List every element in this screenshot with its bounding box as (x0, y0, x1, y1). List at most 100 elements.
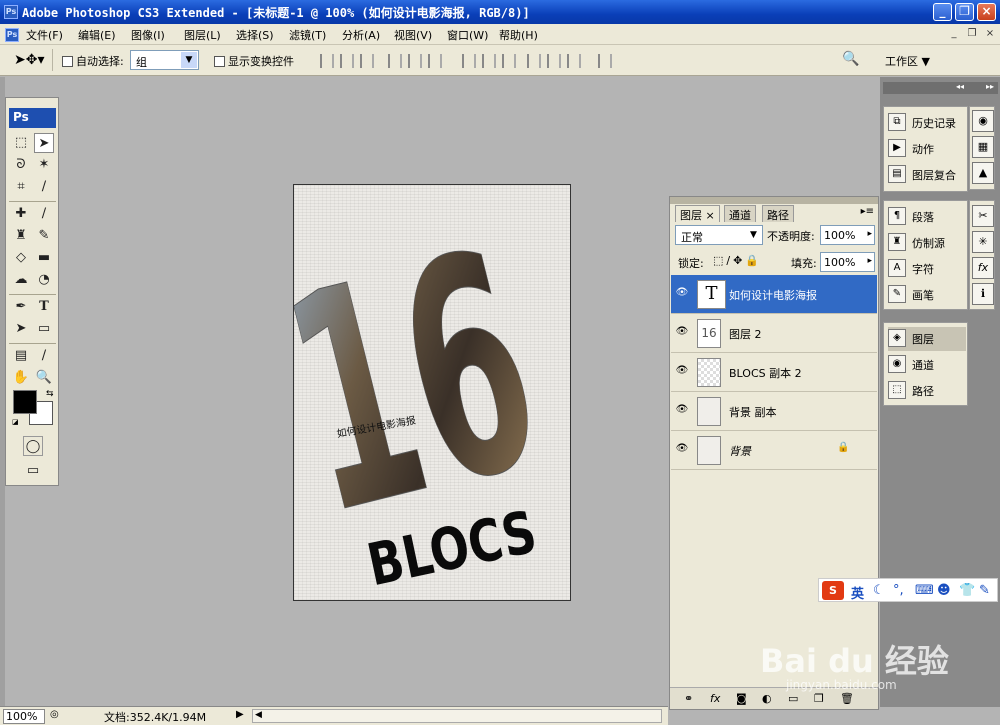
tools-icon[interactable]: ✎ (979, 583, 990, 598)
styles-icon[interactable]: ✳ (972, 231, 994, 253)
dock-item-history[interactable]: ⧉ 历史记录 (888, 111, 966, 135)
align-bottom-icon[interactable] (360, 54, 374, 68)
punctuation-icon[interactable]: °, (893, 583, 904, 598)
skin-icon[interactable]: 👕 (959, 583, 975, 598)
menu-analysis[interactable]: 分析(A) (342, 27, 380, 43)
menu-image[interactable]: 图像(I) (131, 27, 165, 43)
move-tool-icon[interactable]: ➤ (34, 133, 54, 153)
keyboard-icon[interactable]: ⌨ (915, 583, 934, 598)
pen-tool-icon[interactable]: ✒ (11, 297, 31, 317)
swap-colors-icon[interactable]: ⇆ (46, 389, 54, 399)
layer-row[interactable]: 👁 背景 🔒 (671, 431, 877, 470)
dock-item-layers[interactable]: ◈ 图层 (888, 327, 966, 351)
doc-restore-icon[interactable]: ❐ (966, 28, 978, 40)
dodge-tool-icon[interactable]: ◔ (34, 270, 54, 290)
eye-icon[interactable]: 👁 (674, 287, 690, 301)
dock-item-layer-comps[interactable]: ▤ 图层复合 (888, 163, 966, 187)
quick-mask-icon[interactable]: ◯ (23, 436, 43, 456)
info-icon[interactable]: ℹ (972, 283, 994, 305)
clone-stamp-icon[interactable]: ♜ (11, 226, 31, 246)
foreground-color-swatch[interactable] (13, 390, 37, 414)
horizontal-scrollbar[interactable]: ◀ (252, 709, 662, 723)
layer-row[interactable]: 👁 T 如何设计电影海报 (671, 275, 877, 314)
dock-item-actions[interactable]: ▶ 动作 (888, 137, 966, 161)
panel-menu-icon[interactable]: ▸≡ (861, 206, 874, 217)
menu-help[interactable]: 帮助(H) (499, 27, 538, 43)
slice-tool-icon[interactable]: ∕ (34, 177, 54, 197)
brush-tool-icon[interactable]: ∕ (34, 204, 54, 224)
notes-tool-icon[interactable]: ▤ (11, 346, 31, 366)
scroll-left-icon[interactable]: ◀ (255, 710, 262, 720)
tool-presets-icon[interactable]: ✂ (972, 205, 994, 227)
align-top-icon[interactable] (320, 54, 334, 68)
menu-view[interactable]: 视图(V) (394, 27, 432, 43)
menu-filter[interactable]: 滤镜(T) (289, 27, 326, 43)
add-mask-icon[interactable]: ◙ (736, 692, 747, 705)
menu-edit[interactable]: 编辑(E) (78, 27, 116, 43)
eye-icon[interactable]: 👁 (674, 365, 690, 379)
rectangle-tool-icon[interactable]: ▭ (34, 319, 54, 339)
document-canvas[interactable]: 16 如何设计电影海报 BLOCS (293, 184, 571, 601)
layer-row[interactable]: 👁 背景 副本 (671, 392, 877, 431)
distribute-left-icon[interactable] (527, 54, 541, 68)
doc-close-icon[interactable]: × (984, 28, 996, 40)
tab-layers[interactable]: 图层 × (675, 205, 720, 222)
dock-item-paths[interactable]: ⬚ 路径 (888, 379, 966, 403)
dock-item-brushes[interactable]: ✎ 画笔 (888, 283, 966, 307)
eye-icon[interactable]: 👁 (674, 326, 690, 340)
type-tool-icon[interactable]: T (34, 297, 54, 317)
dock-item-character[interactable]: A 字符 (888, 257, 966, 281)
chevron-right-icon[interactable]: ▶ (236, 709, 244, 720)
moon-icon[interactable]: ☾ (873, 583, 885, 598)
history-brush-icon[interactable]: ✎ (34, 226, 54, 246)
move-tool-preset-icon[interactable]: ➤✥▾ (14, 52, 45, 68)
ime-mode[interactable]: 英 (851, 583, 864, 602)
eye-icon[interactable]: 👁 (674, 404, 690, 418)
align-right-icon[interactable] (428, 54, 442, 68)
fill-field[interactable]: 100% ▸ (820, 252, 875, 272)
fx-icon[interactable]: fx (972, 257, 994, 279)
auto-align-icon[interactable] (598, 54, 612, 68)
layer-name[interactable]: 图层 2 (729, 326, 762, 342)
auto-select-dropdown[interactable]: 组 ▼ (130, 50, 199, 70)
distribute-hcenter-icon[interactable] (547, 54, 561, 68)
menu-window[interactable]: 窗口(W) (447, 27, 488, 43)
workspace-button[interactable]: 工作区 ▼ (885, 53, 930, 69)
eyedropper-icon[interactable]: ∕ (34, 346, 54, 366)
magic-wand-icon[interactable]: ✶ (34, 155, 54, 175)
zoom-tool-icon[interactable]: 🔍 (34, 368, 54, 388)
minimize-button[interactable]: _ (933, 3, 952, 21)
layer-style-icon[interactable]: fx (710, 692, 720, 705)
screen-mode-icon[interactable]: ▭ (23, 461, 43, 481)
healing-brush-icon[interactable]: ✚ (11, 204, 31, 224)
marquee-tool-icon[interactable]: ⬚ (11, 133, 31, 153)
navigator-icon[interactable]: ◉ (972, 110, 994, 132)
tab-channels[interactable]: 通道 (724, 205, 756, 222)
sogou-icon[interactable]: S (822, 581, 844, 600)
hand-tool-icon[interactable]: ✋ (11, 368, 31, 388)
dock-item-channels[interactable]: ◉ 通道 (888, 353, 966, 377)
menu-select[interactable]: 选择(S) (236, 27, 274, 43)
show-transform-checkbox[interactable] (214, 54, 225, 67)
default-colors-icon[interactable]: ◪ (12, 418, 20, 426)
dock-item-paragraph[interactable]: ¶ 段落 (888, 205, 966, 229)
link-layers-icon[interactable]: ⚭ (684, 692, 693, 705)
layer-name[interactable]: BLOCS 副本 2 (729, 365, 802, 381)
layer-name[interactable]: 背景 副本 (729, 404, 777, 420)
distribute-top-icon[interactable] (462, 54, 476, 68)
path-select-icon[interactable]: ➤ (11, 319, 31, 339)
expand-icon[interactable]: ▸▸ (986, 82, 994, 91)
doc-minimize-icon[interactable]: _ (948, 28, 960, 40)
gradient-tool-icon[interactable]: ▬ (34, 248, 54, 268)
smiley-icon[interactable]: ☻ (937, 583, 951, 598)
layer-row[interactable]: 👁 BLOCS 副本 2 (671, 353, 877, 392)
file-browser-icon[interactable]: 🔍 (842, 51, 866, 71)
restore-button[interactable]: ❐ (955, 3, 974, 21)
crop-tool-icon[interactable]: ⌗ (11, 177, 31, 197)
layer-name[interactable]: 背景 (729, 443, 751, 459)
lasso-tool-icon[interactable]: ᘐ (11, 155, 31, 175)
layer-name[interactable]: 如何设计电影海报 (729, 287, 817, 303)
distribute-right-icon[interactable] (567, 54, 581, 68)
menu-file[interactable]: 文件(F) (26, 27, 63, 43)
align-left-icon[interactable] (388, 54, 402, 68)
